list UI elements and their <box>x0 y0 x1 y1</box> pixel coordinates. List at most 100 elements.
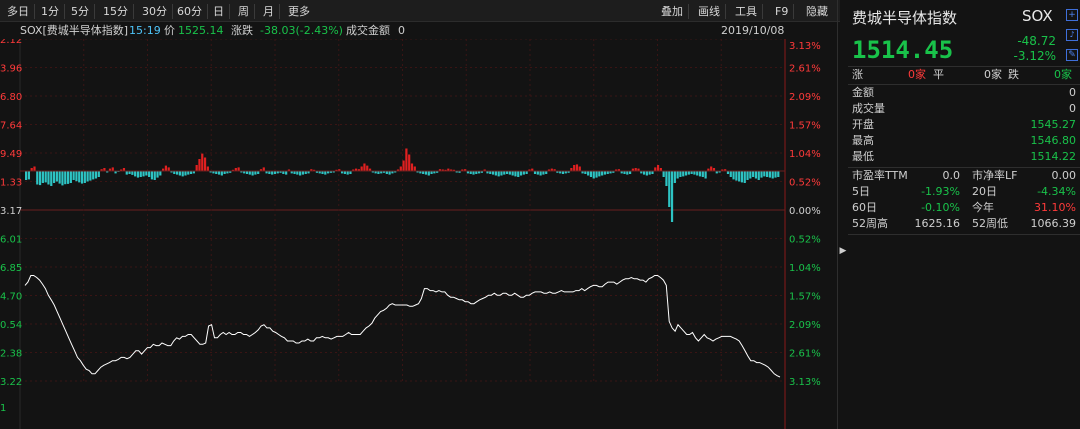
volume-bar <box>771 171 774 179</box>
edit-icon[interactable]: ✎ <box>1066 49 1078 61</box>
volume-bar <box>589 171 593 177</box>
volume-bar <box>201 153 204 171</box>
volume-bar <box>654 167 657 171</box>
volume-bar <box>217 171 221 175</box>
stat-value: 1514.22 <box>1030 150 1077 163</box>
volume-bar <box>94 171 98 179</box>
volume-bar <box>410 163 414 171</box>
volume-bar <box>86 171 89 182</box>
quote-panel: 费城半导体指数 SOX + ♪ ✎ 1514.45 -48.72 -3.12% … <box>848 0 1080 429</box>
volume-bar <box>503 171 506 175</box>
period-5min-button[interactable]: 5分 <box>66 4 95 19</box>
ratio-value: 0.00 <box>1051 169 1077 182</box>
index-code: SOX <box>1022 7 1053 25</box>
period-60min-button[interactable]: 60分 <box>172 4 208 19</box>
more-periods-button[interactable]: 更多 <box>283 4 315 19</box>
volume-bar <box>408 154 411 171</box>
volume-bar <box>679 171 682 177</box>
ratio-label: 今年 <box>972 201 994 214</box>
volume-bar <box>729 171 732 177</box>
volume-bar <box>58 171 61 184</box>
volume-bar <box>424 171 428 175</box>
ratio-label: 市净率LF <box>972 169 1018 182</box>
volume-bar <box>656 165 660 171</box>
tools-button[interactable]: 工具 <box>730 4 763 19</box>
period-month-button[interactable]: 月 <box>258 4 280 19</box>
price-label: 价 <box>164 24 175 37</box>
period-1min-button[interactable]: 1分 <box>36 4 65 19</box>
chart-date: 2019/10/08 <box>721 24 785 37</box>
volume-bar <box>324 171 327 175</box>
volume-bar <box>752 171 755 177</box>
volume-bar <box>150 171 154 180</box>
volume-bar <box>164 165 168 171</box>
right-tick-label: 2.09% <box>789 320 821 331</box>
volume-bar <box>760 171 763 178</box>
volume-bar <box>248 171 251 175</box>
volume-bar <box>75 171 78 182</box>
volume-bar <box>511 171 514 176</box>
ratio-label: 52周高 <box>852 217 888 230</box>
volume-bar <box>735 171 738 181</box>
intraday-chart-svg: 2.12 3.96 6.80 7.64 9.49 1.33 3.17 6.01 6.85 4.70… <box>0 39 821 429</box>
stat-row-open: 开盘 1545.27 <box>852 117 1076 133</box>
volume-bar <box>693 171 696 175</box>
volume-bar <box>648 171 651 175</box>
volume-bar <box>645 171 648 176</box>
volume-bar <box>472 171 475 175</box>
volume-bar <box>514 171 517 177</box>
draw-line-button[interactable]: 画线 <box>693 4 726 19</box>
volume-bar <box>587 171 590 176</box>
volume-bar <box>41 171 44 183</box>
period-day-button[interactable]: 日 <box>208 4 230 19</box>
ratio-label: 20日 <box>972 185 997 198</box>
volume-bar <box>145 171 148 176</box>
left-tick-label: 1 <box>0 403 6 414</box>
left-tick-label: 0.54 <box>0 320 22 331</box>
volume-bar <box>494 171 497 176</box>
volume-bar <box>601 171 604 176</box>
f9-button[interactable]: F9 <box>770 4 795 19</box>
price-change: -48.72 <box>1017 34 1056 48</box>
right-tick-label: 0.52% <box>789 178 821 189</box>
period-multiday-button[interactable]: 多日 <box>2 4 35 19</box>
volume-bar <box>131 171 134 175</box>
stat-label: 开盘 <box>852 118 874 131</box>
flat-count: 0家 <box>984 68 1002 81</box>
volume-bar <box>542 171 545 175</box>
left-tick-label: 1.33 <box>0 178 22 189</box>
up-count: 0家 <box>908 68 926 81</box>
volume-bar <box>668 171 671 207</box>
left-tick-label: 2.12 <box>0 39 22 46</box>
volume-bar <box>195 165 198 171</box>
volume-bar <box>687 171 690 175</box>
volume-bar <box>89 171 92 181</box>
change-value: -38.03(-2.43%) <box>260 24 343 37</box>
volume-bar <box>575 164 579 171</box>
collapse-panel-icon[interactable]: ▶ <box>838 246 848 256</box>
volume-bar <box>167 167 170 171</box>
stat-label: 最高 <box>852 134 874 147</box>
volume-bar <box>198 159 201 171</box>
volume-bar <box>626 171 629 175</box>
alert-bell-icon[interactable]: ♪ <box>1066 29 1078 41</box>
volume-bar <box>670 171 674 222</box>
period-15min-button[interactable]: 15分 <box>98 4 134 19</box>
stat-row-volume: 成交量 0 <box>852 101 1076 117</box>
hide-button[interactable]: 隐藏 <box>801 4 833 19</box>
volume-bar <box>346 171 349 175</box>
volume-bar <box>676 171 679 179</box>
stat-label: 成交量 <box>852 102 885 115</box>
volume-bar <box>536 171 539 175</box>
volume-bar <box>363 163 366 171</box>
right-tick-label: 1.04% <box>789 263 821 274</box>
volume-bar <box>299 171 302 176</box>
volume-bar <box>592 171 595 179</box>
add-icon[interactable]: + <box>1066 9 1078 21</box>
period-30min-button[interactable]: 30分 <box>137 4 173 19</box>
overlay-button[interactable]: 叠加 <box>656 4 689 19</box>
volume-bar <box>701 171 704 177</box>
volume-bar <box>38 171 42 186</box>
period-week-button[interactable]: 周 <box>233 4 255 19</box>
intraday-chart[interactable]: 2.12 3.96 6.80 7.64 9.49 1.33 3.17 6.01 6.85 4.70… <box>0 39 830 429</box>
